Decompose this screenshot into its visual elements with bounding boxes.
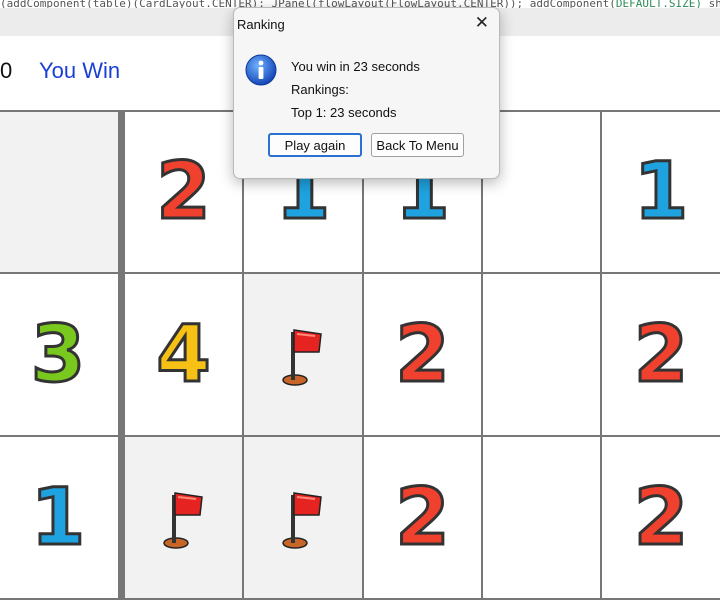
board-cell[interactable] [125,437,242,598]
dialog-title: Ranking [237,17,285,32]
minesweeper-board: 21113422122 [0,110,720,600]
board-cell[interactable] [0,112,118,272]
board-cell[interactable] [483,274,600,435]
cell-number: 4 [155,309,212,400]
ranking-entry: Top 1: 23 seconds [291,105,397,120]
back-to-menu-button[interactable]: Back To Menu [371,133,464,157]
board-cell[interactable]: 1 [602,112,720,272]
cell-number: 2 [632,472,689,563]
red-flag-icon [281,324,325,386]
code-text-end: short(MAX VALUE)); [708,0,720,8]
score-label: 0 [0,58,13,83]
code-highlight: DEFAULT.SIZE) [615,0,702,8]
play-again-button[interactable]: Play again [268,133,362,157]
close-icon[interactable]: ✕ [475,13,489,33]
cell-number: 2 [632,309,689,400]
cell-number: 3 [29,309,86,400]
red-flag-icon [162,487,206,549]
board-cell[interactable]: 2 [125,112,242,272]
board-cell[interactable]: 2 [364,274,481,435]
cell-number: 2 [394,472,451,563]
red-flag-icon [281,487,325,549]
board-cell[interactable]: 3 [0,274,118,435]
board-cell[interactable]: 4 [125,274,242,435]
board-cell[interactable] [483,437,600,598]
cell-number: 1 [29,472,86,563]
ranking-dialog: Ranking ✕ You win in 23 seconds Rankings… [233,7,500,179]
game-status-label: You Win [39,58,121,83]
cell-number: 2 [155,147,212,237]
board-cell[interactable]: 2 [602,274,720,435]
board-cell[interactable] [483,112,600,272]
board-cell[interactable]: 2 [602,437,720,598]
board-cell[interactable] [244,437,362,598]
board-cell[interactable]: 2 [364,437,481,598]
dialog-message: You win in 23 seconds Rankings: Top 1: 2… [291,55,420,124]
cell-number: 2 [394,309,451,400]
win-time-text: You win in 23 seconds [291,59,420,74]
board-cell[interactable] [244,274,362,435]
board-cell[interactable]: 1 [0,437,118,598]
rankings-heading: Rankings: [291,82,349,97]
cell-number: 1 [632,147,689,237]
info-icon [245,54,277,86]
